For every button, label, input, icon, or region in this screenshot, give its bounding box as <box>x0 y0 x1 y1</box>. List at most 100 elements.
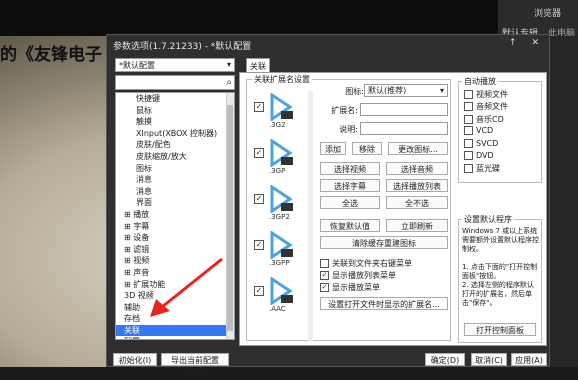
filetype-checkbox[interactable]: ✓ <box>254 286 264 296</box>
icon-select[interactable]: 默认(推荐) ▾ <box>364 84 448 97</box>
autoplay-checkbox[interactable]: 视频文件 <box>464 89 508 101</box>
filetype-item[interactable]: ✓ .3GP2 <box>252 183 308 229</box>
add-button[interactable]: 添加 <box>320 142 346 155</box>
checkbox-box[interactable] <box>464 90 473 99</box>
player-logo-icon <box>270 139 293 167</box>
tree-item-label: 字幕 <box>133 221 150 231</box>
filetype-scrollbar[interactable] <box>308 91 313 341</box>
expand-icon[interactable]: ⊞ <box>124 222 133 231</box>
ok-button[interactable]: 确定(D) <box>425 353 465 366</box>
tree-item[interactable]: XInput(XBOX 控制器) <box>116 128 234 140</box>
filetype-label: .3G2 <box>269 121 286 129</box>
checkbox-box[interactable]: ✓ <box>320 283 329 292</box>
init-button[interactable]: 初始化(I) <box>113 353 157 366</box>
remove-button[interactable]: 移除 <box>352 142 382 155</box>
search-input[interactable]: ⌕ <box>115 75 235 90</box>
autoplay-checkbox[interactable]: SVCD <box>464 138 508 151</box>
tree-item[interactable]: 配置 <box>116 336 234 339</box>
assoc-checkbox[interactable]: 关联到文件夹右键菜单 <box>320 258 412 270</box>
dialog-title-buttons[interactable]: ↑ ✕ <box>509 38 545 48</box>
tree-item[interactable]: ⊞ 滤镜 <box>116 244 234 256</box>
desc-field[interactable] <box>360 122 448 135</box>
autoplay-checkbox[interactable]: 音乐CD <box>464 114 508 126</box>
checkbox-label: 关联到文件夹右键菜单 <box>332 259 412 268</box>
filetype-checkbox[interactable]: ✓ <box>254 240 264 250</box>
tab-association[interactable]: 关联 <box>246 58 270 72</box>
checkbox-box[interactable] <box>464 164 473 174</box>
tree-item-label: XInput(XBOX 控制器) <box>136 128 218 138</box>
apply-button[interactable]: 应用(A) <box>511 353 547 366</box>
tree-item[interactable]: 皮肤缩放/放大 <box>116 151 234 163</box>
tree-item[interactable]: 触摸 <box>116 116 234 128</box>
filetype-checkbox[interactable]: ✓ <box>254 194 264 204</box>
default-prog-label: 设置默认程序 <box>462 214 514 225</box>
tree-item[interactable]: 消息 <box>116 186 234 198</box>
checkbox-box[interactable] <box>464 102 473 112</box>
tree-item[interactable]: ⊞ 字幕 <box>116 221 234 233</box>
tree-item[interactable]: 关联 <box>116 324 234 337</box>
export-config-button[interactable]: 导出当前配置(S)... <box>161 353 229 378</box>
filetype-checkbox[interactable]: ✓ <box>254 102 264 112</box>
tree-item[interactable]: 皮肤/配色 <box>116 139 234 151</box>
assoc-checkbox[interactable]: ✓ 显示播放列表菜单 <box>320 270 412 282</box>
checkbox-box[interactable] <box>464 150 473 160</box>
open-control-panel-button[interactable]: 打开控制面板 <box>464 323 536 336</box>
browser-tab[interactable]: 浏览器 <box>534 6 561 19</box>
select-all-button[interactable]: 全选 <box>320 196 380 209</box>
tree-item[interactable]: 图标 <box>116 163 234 175</box>
open-ext-menu-button[interactable]: 设置打开文件时显示的扩展名... <box>320 297 448 310</box>
expand-icon[interactable]: ⊞ <box>124 233 133 242</box>
expand-icon[interactable]: ⊞ <box>124 210 133 219</box>
autoplay-label: 自动播放 <box>462 76 498 87</box>
filetype-checkbox[interactable]: ✓ <box>254 148 264 158</box>
checkbox-box[interactable] <box>464 126 473 136</box>
filetype-label: .AAC <box>269 305 286 313</box>
checkbox-box[interactable] <box>464 138 473 148</box>
checkbox-box[interactable] <box>320 259 329 268</box>
checkbox-box[interactable]: ✓ <box>320 271 329 280</box>
tree-item[interactable]: ⊞ 播放 <box>116 209 234 221</box>
checkbox-label: 音频文件 <box>476 102 508 112</box>
filetype-list[interactable]: ✓ .3G2 ✓ .3GP ✓ .3GP2 ✓ .3GPP ✓ .AAC <box>252 91 308 347</box>
cancel-button[interactable]: 取消(C) <box>471 353 507 366</box>
select-none-button[interactable]: 全不选 <box>386 196 448 209</box>
select-subtitle-button[interactable]: 选择字幕 <box>320 179 380 192</box>
assoc-checkbox[interactable]: ✓ 显示播放菜单 <box>320 282 412 294</box>
assoc-group-label: 关联扩展名设置 <box>252 74 312 85</box>
checkbox-label: 显示播放列表菜单 <box>332 271 396 280</box>
expand-icon[interactable]: ⊞ <box>124 256 133 265</box>
tree-item-label: 图标 <box>136 163 152 173</box>
refresh-now-button[interactable]: 立即刷新 <box>386 219 448 232</box>
checkbox-label: DVD <box>476 150 494 160</box>
expand-icon[interactable]: ⊞ <box>124 280 133 289</box>
clear-cache-button[interactable]: 清除缓存重建图标 <box>320 236 448 249</box>
autoplay-checkbox[interactable]: 蓝光碟 <box>464 163 508 175</box>
tree-item-label: 皮肤/配色 <box>136 140 171 150</box>
tree-item[interactable]: 界面 <box>116 197 234 209</box>
tree-item[interactable]: 消息 <box>116 174 234 186</box>
expand-icon[interactable]: ⊞ <box>124 268 133 277</box>
expand-icon[interactable]: ⊞ <box>124 245 133 254</box>
select-video-button[interactable]: 选择视频 <box>320 162 380 175</box>
filetype-item[interactable]: ✓ .3G2 <box>252 91 308 137</box>
tree-item-label: 播放 <box>133 209 150 219</box>
autoplay-checkbox[interactable]: 音频文件 <box>464 101 508 113</box>
autoplay-checkbox[interactable]: VCD <box>464 126 508 138</box>
autoplay-checkbox[interactable]: DVD <box>464 150 508 163</box>
ext-field[interactable] <box>360 103 448 116</box>
restore-default-button[interactable]: 恢复默认值 <box>320 219 380 232</box>
filetype-item[interactable]: ✓ .AAC <box>252 275 308 321</box>
select-audio-button[interactable]: 选择音频 <box>386 162 448 175</box>
tree-item[interactable]: 快捷键 <box>116 93 234 105</box>
config-select[interactable]: *默认配置 ▾ <box>115 58 235 72</box>
filetype-item[interactable]: ✓ .3GPP <box>252 229 308 275</box>
filetype-label: .3GPP <box>269 259 290 267</box>
tree-item[interactable]: 鼠标 <box>116 105 234 117</box>
checkbox-box[interactable] <box>464 114 473 124</box>
filetype-item[interactable]: ✓ .3GP <box>252 137 308 183</box>
tree-item[interactable]: ⊞ 设备 <box>116 232 234 244</box>
tree-item-label: 皮肤缩放/放大 <box>136 151 187 161</box>
filetype-label: .3GP <box>269 167 286 175</box>
select-playlist-button[interactable]: 选择播放列表 <box>386 179 448 192</box>
change-icon-button[interactable]: 更改图标... <box>388 142 448 155</box>
